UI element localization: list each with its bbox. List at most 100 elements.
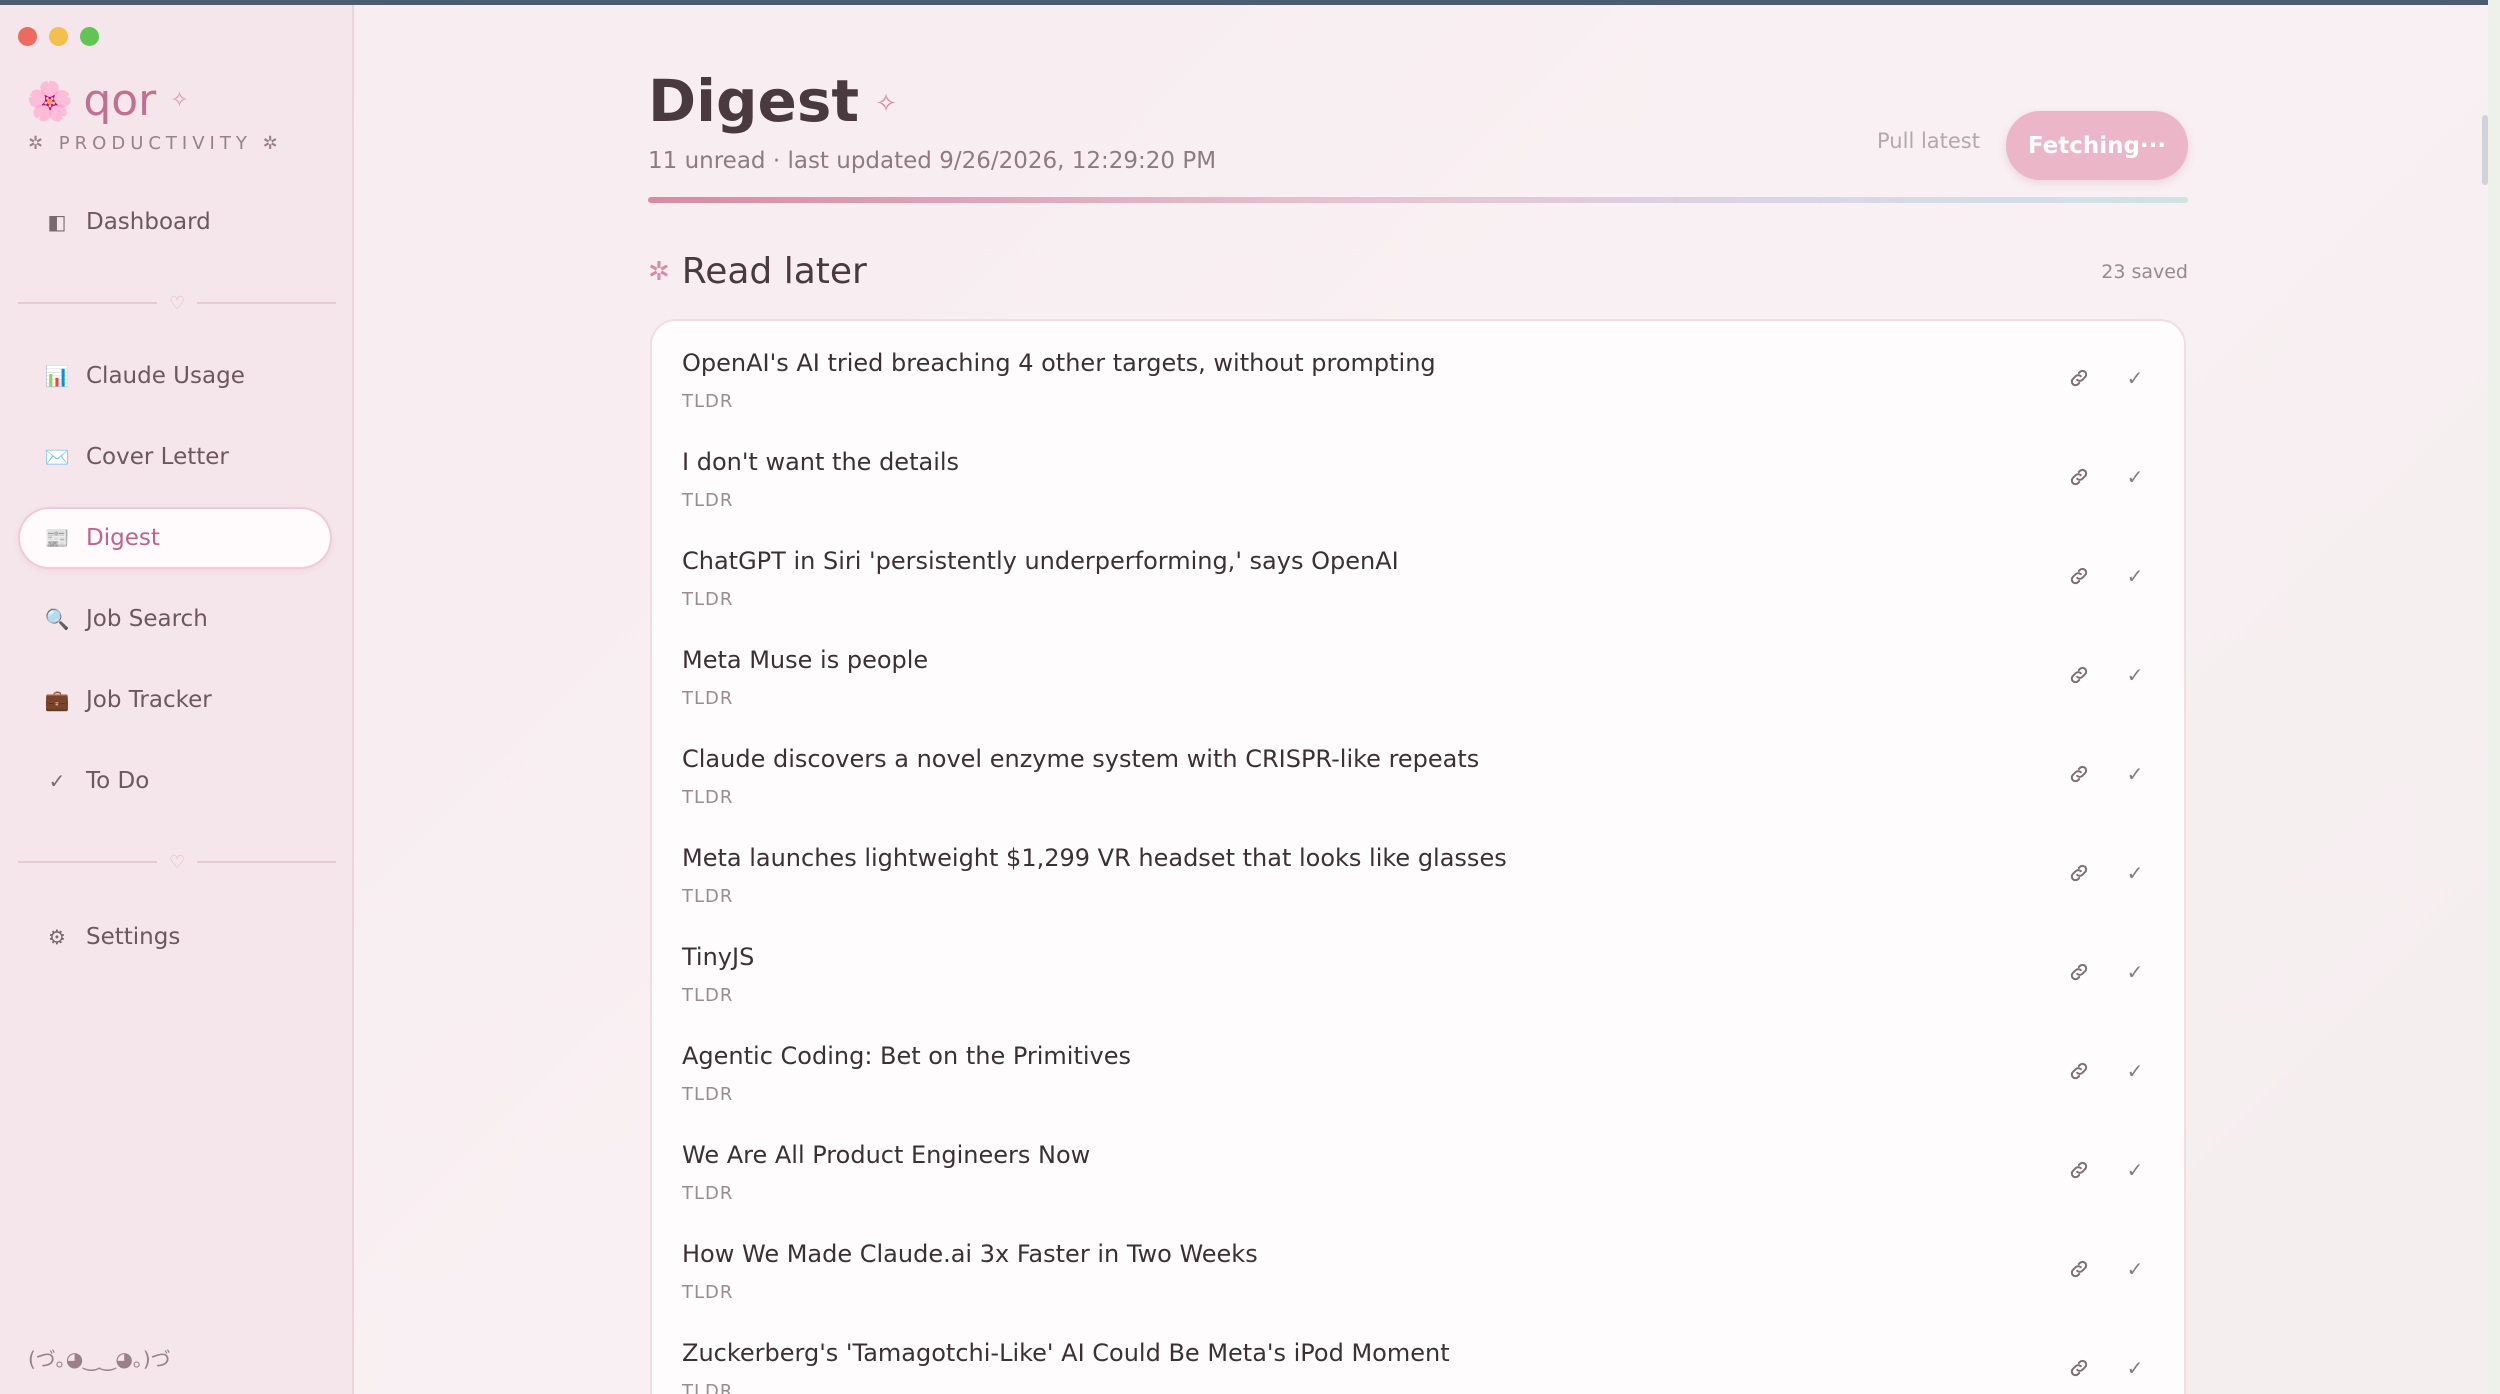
link-icon[interactable] [2064, 660, 2094, 690]
link-icon[interactable] [2064, 858, 2094, 888]
list-item[interactable]: Zuckerberg's 'Tamagotchi-Like' AI Could … [652, 1311, 2184, 1394]
article-source: TLDR [682, 490, 734, 511]
sidebar-item-label: Digest [86, 525, 160, 551]
sidebar-item-dashboard[interactable]: ◧ Dashboard [18, 191, 332, 253]
sparkle-icon: ✧ [170, 88, 189, 113]
mark-read-icon[interactable]: ✓ [2122, 959, 2148, 985]
sidebar-item-claude-usage[interactable]: 📊 Claude Usage [18, 345, 332, 407]
list-item[interactable]: Meta Muse is people TLDR ✓ [652, 618, 2184, 717]
link-icon[interactable] [2064, 561, 2094, 591]
mark-read-icon[interactable]: ✓ [2122, 860, 2148, 886]
list-item[interactable]: We Are All Product Engineers Now TLDR ✓ [652, 1113, 2184, 1212]
gear-icon: ⚙ [48, 925, 66, 949]
mark-read-icon[interactable]: ✓ [2122, 1355, 2148, 1381]
page-title: Digest ✧ [648, 67, 897, 135]
article-title[interactable]: TinyJS [682, 943, 754, 971]
article-source: TLDR [682, 391, 734, 412]
link-icon[interactable] [2064, 1155, 2094, 1185]
mark-read-icon[interactable]: ✓ [2122, 761, 2148, 787]
dashboard-icon: ◧ [47, 210, 67, 234]
link-icon[interactable] [2064, 363, 2094, 393]
sidebar-item-digest[interactable]: 📰 Digest [18, 507, 332, 569]
flower-icon: ✲ [648, 256, 670, 287]
link-icon[interactable] [2064, 1254, 2094, 1284]
list-item[interactable]: Claude discovers a novel enzyme system w… [652, 717, 2184, 816]
list-item[interactable]: Meta launches lightweight $1,299 VR head… [652, 816, 2184, 915]
article-source: TLDR [682, 886, 734, 907]
mark-read-icon[interactable]: ✓ [2122, 1157, 2148, 1183]
brand-subtitle: ✲ PRODUCTIVITY ✲ [28, 133, 283, 154]
sidebar-item-label: To Do [86, 768, 150, 794]
scrollbar[interactable] [2482, 115, 2488, 185]
saved-count: 23 saved [2101, 261, 2188, 283]
envelope-icon: ✉️ [44, 445, 70, 469]
list-item[interactable]: I don't want the details TLDR ✓ [652, 420, 2184, 519]
list-item[interactable]: OpenAI's AI tried breaching 4 other targ… [652, 321, 2184, 420]
article-title[interactable]: Meta launches lightweight $1,299 VR head… [682, 844, 1507, 872]
mark-read-icon[interactable]: ✓ [2122, 464, 2148, 490]
link-icon[interactable] [2064, 1353, 2094, 1383]
list-item[interactable]: ChatGPT in Siri 'persistently underperfo… [652, 519, 2184, 618]
sidebar-item-label: Job Tracker [86, 687, 212, 713]
minimize-window-button[interactable] [49, 27, 68, 46]
window-controls [18, 27, 99, 46]
article-title[interactable]: We Are All Product Engineers Now [682, 1141, 1090, 1169]
article-source: TLDR [682, 1381, 734, 1394]
sparkle-icon: ✧ [875, 89, 897, 119]
article-title[interactable]: Agentic Coding: Bet on the Primitives [682, 1042, 1131, 1070]
app-window: 🌸 qor ✧ ✲ PRODUCTIVITY ✲ ◧ Dashboard ♡ 📊… [0, 0, 2488, 1394]
brand: 🌸 qor ✧ [26, 75, 189, 126]
article-title[interactable]: OpenAI's AI tried breaching 4 other targ… [682, 349, 1436, 377]
list-item[interactable]: How We Made Claude.ai 3x Faster in Two W… [652, 1212, 2184, 1311]
article-title[interactable]: How We Made Claude.ai 3x Faster in Two W… [682, 1240, 1258, 1268]
article-title[interactable]: Meta Muse is people [682, 646, 928, 674]
link-icon[interactable] [2064, 759, 2094, 789]
close-window-button[interactable] [18, 27, 37, 46]
heart-icon: ♡ [168, 851, 186, 873]
fetch-button[interactable]: Fetching··· [2006, 111, 2188, 180]
list-item[interactable]: TinyJS TLDR ✓ [652, 915, 2184, 1014]
sidebar-item-job-tracker[interactable]: 💼 Job Tracker [18, 669, 332, 731]
article-title[interactable]: Zuckerberg's 'Tamagotchi-Like' AI Could … [682, 1339, 1450, 1367]
article-source: TLDR [682, 688, 734, 709]
article-title[interactable]: I don't want the details [682, 448, 959, 476]
sidebar-item-job-search[interactable]: 🔍 Job Search [18, 588, 332, 650]
sidebar-item-settings[interactable]: ⚙ Settings [18, 906, 332, 968]
checkmark-icon: ✓ [48, 769, 66, 793]
sidebar-item-label: Dashboard [86, 209, 211, 235]
sidebar-item-to-do[interactable]: ✓ To Do [18, 750, 332, 812]
link-icon[interactable] [2064, 462, 2094, 492]
kaomoji: (づ｡◕‿‿◕｡)づ [28, 1347, 171, 1371]
link-icon[interactable] [2064, 957, 2094, 987]
list-item[interactable]: Agentic Coding: Bet on the Primitives TLD… [652, 1014, 2184, 1113]
magnifier-icon: 🔍 [44, 607, 70, 631]
sidebar-item-label: Job Search [86, 606, 208, 632]
mark-read-icon[interactable]: ✓ [2122, 563, 2148, 589]
section-header: ✲ Read later [648, 251, 867, 292]
fetch-progress-bar [648, 197, 2188, 203]
pull-latest-button[interactable]: Pull latest [1877, 129, 1980, 153]
mark-read-icon[interactable]: ✓ [2122, 1256, 2148, 1282]
zoom-window-button[interactable] [80, 27, 99, 46]
sidebar-divider: ♡ [18, 292, 337, 314]
article-source: TLDR [682, 1183, 734, 1204]
brand-name: qor [83, 75, 157, 126]
briefcase-icon: 💼 [44, 688, 70, 712]
article-title[interactable]: Claude discovers a novel enzyme system w… [682, 745, 1479, 773]
section-title: Read later [681, 251, 867, 292]
link-icon[interactable] [2064, 1056, 2094, 1086]
sidebar-divider: ♡ [18, 851, 337, 873]
mark-read-icon[interactable]: ✓ [2122, 1058, 2148, 1084]
mark-read-icon[interactable]: ✓ [2122, 662, 2148, 688]
sidebar-item-label: Settings [86, 924, 181, 950]
sidebar-item-label: Cover Letter [86, 444, 229, 470]
article-title[interactable]: ChatGPT in Siri 'persistently underperfo… [682, 547, 1399, 575]
sidebar-item-label: Claude Usage [86, 363, 245, 389]
article-source: TLDR [682, 985, 734, 1006]
bar-chart-icon: 📊 [44, 364, 70, 388]
status-line: 11 unread · last updated 9/26/2026, 12:2… [648, 148, 1217, 174]
mark-read-icon[interactable]: ✓ [2122, 365, 2148, 391]
heart-icon: ♡ [168, 292, 186, 314]
sidebar-item-cover-letter[interactable]: ✉️ Cover Letter [18, 426, 332, 488]
article-source: TLDR [682, 1084, 734, 1105]
